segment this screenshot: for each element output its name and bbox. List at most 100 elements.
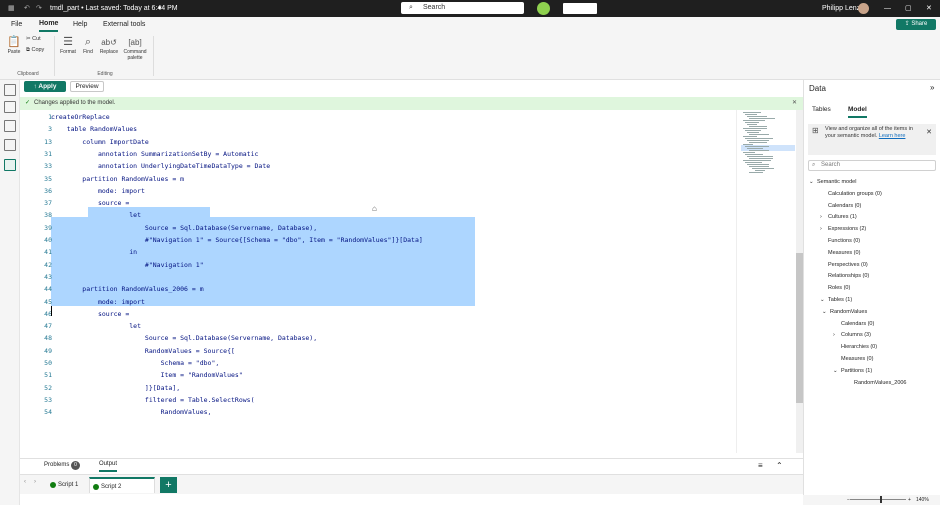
format-button[interactable]: ☰ Format xyxy=(57,36,79,55)
menu-home[interactable]: Home xyxy=(39,17,59,32)
line-number: 41 xyxy=(44,248,52,257)
menu-file[interactable]: File xyxy=(11,17,22,32)
tree-item[interactable]: Functions (0) xyxy=(828,237,860,245)
avatar[interactable] xyxy=(858,3,869,14)
scrollbar-thumb[interactable] xyxy=(796,253,803,403)
tab-problems[interactable]: Problems 0 xyxy=(44,459,81,472)
apply-button[interactable]: ↑ Apply xyxy=(24,81,66,92)
chevron-right-icon[interactable]: › xyxy=(833,331,835,339)
paste-button[interactable]: 📋 Paste xyxy=(5,36,23,55)
paste-label: Paste xyxy=(7,49,21,55)
tree-item[interactable]: Measures (0) xyxy=(828,249,860,257)
chevron-down-icon[interactable]: ⌄ xyxy=(809,178,814,186)
code-line: partition RandomValues = m xyxy=(51,174,185,183)
tree-item[interactable]: Semantic model xyxy=(817,178,856,186)
zoom-in-icon[interactable]: + xyxy=(908,495,911,505)
maximize-icon[interactable]: ▢ xyxy=(905,0,912,17)
tree-item[interactable]: Perspectives (0) xyxy=(828,261,868,269)
scroll-left-icon[interactable]: ‹ xyxy=(24,479,26,485)
minimap-line xyxy=(752,162,762,163)
tree-item[interactable]: Partitions (1) xyxy=(841,367,872,375)
close-icon[interactable]: ✕ xyxy=(926,0,932,17)
tab-tables[interactable]: Tables xyxy=(812,106,831,113)
ribbon: 📋 Paste ✂ Cut ⧉ Copy Clipboard ☰ Format ⌕ F… xyxy=(0,32,940,80)
tree-item[interactable]: RandomValues xyxy=(830,308,867,316)
minimap-line xyxy=(743,128,767,129)
tmdl-view-icon[interactable] xyxy=(4,159,16,171)
table-view-icon[interactable] xyxy=(4,101,16,113)
add-script-button[interactable]: + xyxy=(160,477,177,493)
undo-icon[interactable]: ↶ xyxy=(24,0,30,17)
close-icon[interactable]: ✕ xyxy=(926,129,932,136)
code-line: let xyxy=(51,211,142,220)
copilot-icon[interactable] xyxy=(537,2,550,15)
tree-item[interactable]: Calendars (0) xyxy=(841,320,874,328)
model-view-icon[interactable] xyxy=(4,120,16,132)
tree-item[interactable]: Columns (3) xyxy=(841,331,871,339)
data-search-input[interactable]: ⌕ Search xyxy=(808,160,936,171)
learn-here-link[interactable]: Learn here xyxy=(879,133,906,139)
preview-button[interactable]: Preview xyxy=(70,81,104,92)
menu-external-tools[interactable]: External tools xyxy=(103,17,145,32)
tab-output[interactable]: Output xyxy=(99,459,118,472)
checkmark-icon: ✓ xyxy=(25,100,31,106)
redo-icon[interactable]: ↷ xyxy=(36,0,42,17)
tree-item[interactable]: Expressions (2) xyxy=(828,225,866,233)
title-input[interactable] xyxy=(563,3,597,14)
minimap-line xyxy=(749,134,769,135)
tree-item[interactable]: Relationships (0) xyxy=(828,272,869,280)
tree-item[interactable]: Measures (0) xyxy=(841,355,873,363)
tree-item[interactable]: Hierarchies (0) xyxy=(841,343,877,351)
tree-item[interactable]: Tables (1) xyxy=(828,296,852,304)
tree-item[interactable]: Cultures (1) xyxy=(828,213,857,221)
left-rail xyxy=(0,80,20,505)
zoom-slider[interactable] xyxy=(850,499,906,500)
tree-item[interactable]: RandomValues_2006 xyxy=(854,379,907,387)
minimize-icon[interactable]: — xyxy=(884,0,891,17)
code-line: RandomValues, xyxy=(51,408,212,417)
tab-script-2[interactable]: Script 2 xyxy=(89,477,155,493)
zoom-slider-handle[interactable] xyxy=(880,496,882,503)
tab-script-1[interactable]: Script 1 xyxy=(47,477,87,493)
zoom-out-icon[interactable]: − xyxy=(847,495,850,505)
code-line: column ImportDate xyxy=(51,137,149,146)
filter-list-icon[interactable]: ≡ xyxy=(758,459,763,472)
chevron-down-icon[interactable]: ⌄ xyxy=(822,308,827,316)
code-line: mode: import xyxy=(51,186,145,195)
cut-button[interactable]: ✂ Cut xyxy=(26,36,41,42)
tree-item[interactable]: Calculation groups (0) xyxy=(828,190,882,198)
tab-model[interactable]: Model xyxy=(848,106,867,118)
minimap-line xyxy=(755,170,765,171)
report-view-icon[interactable] xyxy=(4,84,16,96)
line-number: 49 xyxy=(44,346,52,355)
format-icon: ☰ xyxy=(63,36,73,48)
group-editing-label: Editing xyxy=(97,71,113,77)
expand-panel-icon[interactable]: ⌃ xyxy=(776,459,783,472)
chevron-right-icon[interactable]: › xyxy=(820,225,822,233)
code-editor[interactable]: 1 createOrReplace 3 table RandomValues 13 c… xyxy=(20,110,736,453)
minimap[interactable] xyxy=(736,110,796,453)
tree-item[interactable]: Calendars (0) xyxy=(828,202,861,210)
minimap-line xyxy=(755,164,769,165)
menu-help[interactable]: Help xyxy=(73,17,87,32)
share-button[interactable]: ⇪ Share xyxy=(896,19,936,30)
search-input[interactable]: ⌕ Search xyxy=(401,2,524,14)
code-line: #"Navigation 1" = Source{[Schema = "dbo"… xyxy=(51,236,423,244)
find-button[interactable]: ⌕ Find xyxy=(80,36,96,55)
line-number: 3 xyxy=(48,125,52,134)
tree-item[interactable]: Roles (0) xyxy=(828,284,850,292)
copy-button[interactable]: ⧉ Copy xyxy=(26,47,44,53)
line-number: 45 xyxy=(44,297,52,306)
share-label: Share xyxy=(911,21,928,27)
chevron-down-icon[interactable]: ▾ xyxy=(158,0,162,17)
command-palette-button[interactable]: [ab] Command palette xyxy=(121,36,149,61)
close-icon[interactable]: ✕ xyxy=(792,97,797,110)
scroll-right-icon[interactable]: › xyxy=(34,479,36,485)
chevron-down-icon[interactable]: ⌄ xyxy=(820,296,825,304)
dax-query-view-icon[interactable] xyxy=(4,139,16,151)
chevron-right-icon[interactable]: › xyxy=(820,213,822,221)
replace-button[interactable]: ab↺ Replace xyxy=(97,36,121,55)
code-line: Item = "RandomValues" xyxy=(51,371,243,380)
chevron-down-icon[interactable]: ⌄ xyxy=(833,367,838,375)
collapse-pane-icon[interactable]: » xyxy=(930,83,934,92)
